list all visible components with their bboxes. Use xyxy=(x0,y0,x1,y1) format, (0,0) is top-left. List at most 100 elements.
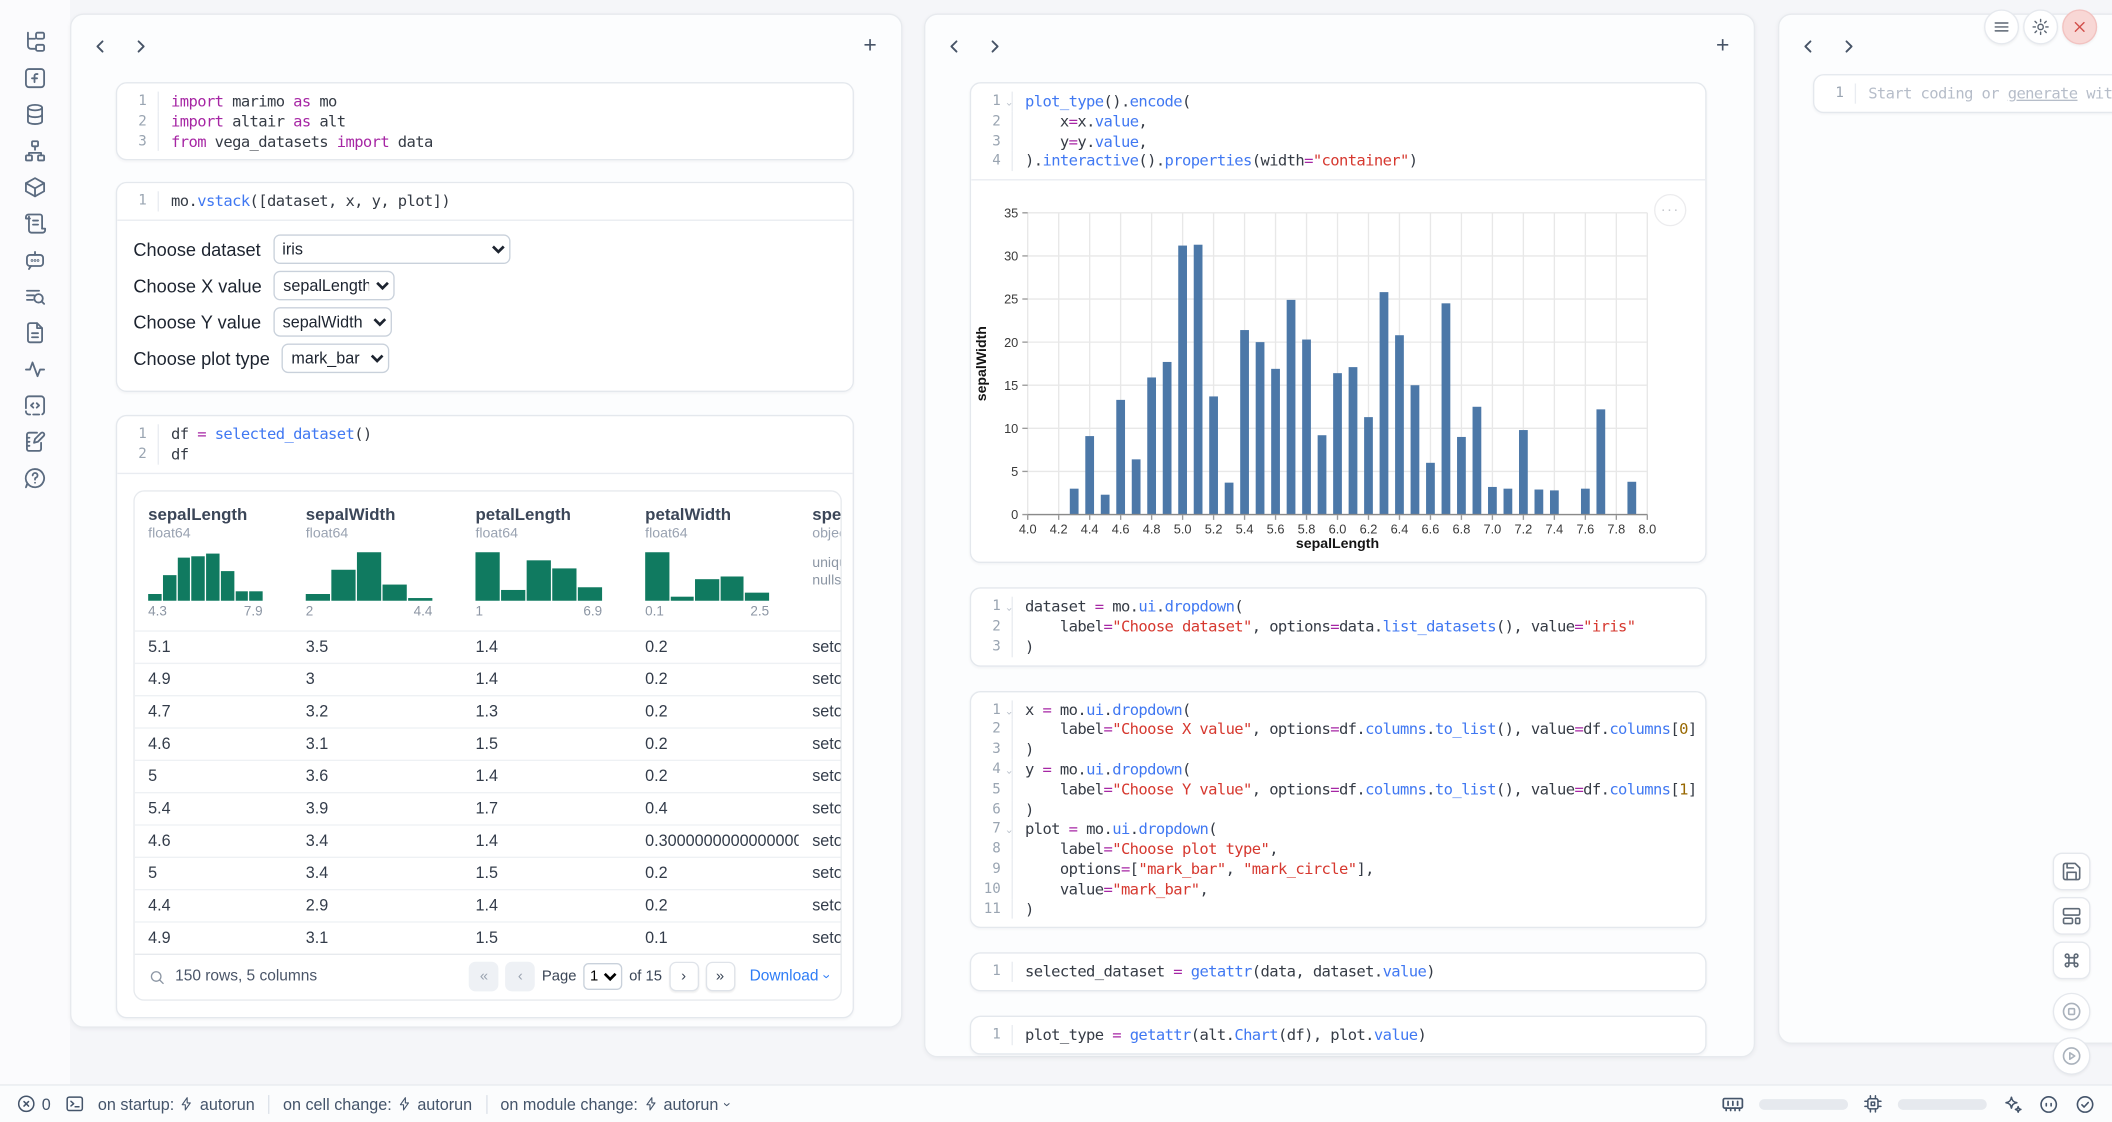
fold-chevron-icon[interactable]: › xyxy=(998,101,1018,108)
sidebar-item-function-square[interactable] xyxy=(23,66,47,90)
chart-menu-button[interactable]: ··· xyxy=(1654,194,1686,226)
command-palette-button[interactable] xyxy=(2053,942,2091,980)
column-prev-button[interactable] xyxy=(85,31,115,61)
save-button[interactable] xyxy=(2053,853,2091,891)
code-editor[interactable]: 1mo.vstack([dataset, x, y, plot]) xyxy=(117,184,852,220)
column-prev-button[interactable] xyxy=(939,31,969,61)
table-cell: 4.9 xyxy=(135,928,293,947)
ai-sparkles-button[interactable] xyxy=(2002,1093,2024,1115)
on-module-change-setting[interactable]: on module change: autorun › xyxy=(500,1094,728,1113)
code-line[interactable]: 1›plot_type().encode( xyxy=(971,92,1694,112)
table-row: 5.43.91.70.4setosa xyxy=(135,792,841,824)
column-header-sepalWidth[interactable]: sepalWidthfloat6424.4 xyxy=(292,505,462,630)
code-line[interactable]: 4›y = mo.ui.dropdown( xyxy=(971,760,1694,780)
control-row: Choose X valuesepalLength xyxy=(133,271,836,301)
fold-chevron-icon[interactable]: › xyxy=(998,829,1018,836)
code-line[interactable]: 3) xyxy=(971,740,1694,760)
on-cell-change-setting[interactable]: on cell change: autorun xyxy=(283,1094,472,1113)
search-icon[interactable] xyxy=(148,968,166,986)
assistant-button[interactable] xyxy=(2038,1093,2060,1115)
code-line[interactable]: 10 value="mark_bar", xyxy=(971,879,1694,899)
settings-button[interactable] xyxy=(2023,9,2058,44)
code-line[interactable]: 11) xyxy=(971,899,1694,919)
column-prev-button[interactable] xyxy=(1793,31,1823,61)
sidebar-item-bot[interactable] xyxy=(23,248,47,272)
sidebar-item-help-circle[interactable] xyxy=(23,466,47,490)
code-line[interactable]: 4).interactive().properties(width="conta… xyxy=(971,151,1694,171)
column-header-petalWidth[interactable]: petalWidthfloat640.12.5 xyxy=(632,505,799,630)
sepal-bar-chart[interactable]: 4.04.24.44.64.85.05.25.45.65.86.06.26.46… xyxy=(971,192,1705,560)
code-line[interactable]: 1selected_dataset = getattr(data, datase… xyxy=(971,962,1694,982)
code-line[interactable]: 3 y=y.value, xyxy=(971,131,1694,151)
last-page-button[interactable]: » xyxy=(705,962,735,992)
code-editor[interactable]: 1›plot_type().encode(2 x=x.value,3 y=y.v… xyxy=(971,84,1705,180)
stop-button[interactable] xyxy=(2053,993,2091,1031)
sidebar-item-network[interactable] xyxy=(23,139,47,163)
sidebar-item-code-square[interactable] xyxy=(23,393,47,417)
sidebar-item-notebook-pen[interactable] xyxy=(23,430,47,454)
code-line[interactable]: 8 label="Choose plot type", xyxy=(971,839,1694,859)
sidebar-item-file-tree[interactable] xyxy=(23,30,47,54)
code-line[interactable]: 3) xyxy=(971,637,1694,657)
prev-page-button[interactable]: ‹ xyxy=(506,962,536,992)
code-line[interactable]: 2import altair as alt xyxy=(117,112,842,132)
code-line[interactable]: 1mo.vstack([dataset, x, y, plot]) xyxy=(117,192,842,212)
code-line[interactable]: 9 options=["mark_bar", "mark_circle"], xyxy=(971,859,1694,879)
page-select[interactable]: 1 xyxy=(583,963,622,990)
code-line[interactable]: 2 label="Choose X value", options=df.col… xyxy=(971,720,1694,740)
choose-dataset-select[interactable]: iris xyxy=(273,235,510,265)
column-next-button[interactable] xyxy=(979,31,1009,61)
code-editor[interactable]: 1import marimo as mo2import altair as al… xyxy=(117,84,852,160)
choose-x-value-select[interactable]: sepalLength xyxy=(274,271,395,301)
sidebar-item-activity[interactable] xyxy=(23,357,47,381)
terminal-button[interactable] xyxy=(64,1094,84,1114)
connection-status-icon[interactable] xyxy=(2074,1093,2096,1115)
notebook-menu-button[interactable] xyxy=(1984,9,2019,44)
column-next-button[interactable] xyxy=(1833,31,1863,61)
layout-button[interactable] xyxy=(2053,897,2091,935)
sidebar-item-scroll-text[interactable] xyxy=(23,211,47,235)
next-page-button[interactable]: › xyxy=(669,962,699,992)
code-line[interactable]: 6) xyxy=(971,799,1694,819)
add-cell-button[interactable]: + xyxy=(855,31,885,61)
code-editor[interactable]: 1›dataset = mo.ui.dropdown(2 label="Choo… xyxy=(971,589,1705,665)
code-line[interactable]: 7›plot = mo.ui.dropdown( xyxy=(971,819,1694,839)
code-line[interactable]: 1plot_type = getattr(alt.Chart(df), plot… xyxy=(971,1025,1694,1045)
column-header-sepalLength[interactable]: sepalLengthfloat644.37.9 xyxy=(135,505,293,630)
code-editor[interactable]: 1selected_dataset = getattr(data, datase… xyxy=(971,954,1705,990)
code-line[interactable]: 2 x=x.value, xyxy=(971,112,1694,132)
run-all-button[interactable] xyxy=(2053,1037,2091,1075)
code-editor[interactable]: 1›x = mo.ui.dropdown(2 label="Choose X v… xyxy=(971,692,1705,927)
fold-chevron-icon[interactable]: › xyxy=(998,769,1018,776)
sidebar-item-database[interactable] xyxy=(23,102,47,126)
sidebar-item-package[interactable] xyxy=(23,175,47,199)
shutdown-button[interactable] xyxy=(2062,9,2097,44)
code-line[interactable]: 5 label="Choose Y value", options=df.col… xyxy=(971,780,1694,800)
download-button[interactable]: Download› xyxy=(750,969,827,985)
code-line[interactable]: 1 Start coding or generate with xyxy=(1814,84,2112,104)
column-next-button[interactable] xyxy=(125,31,155,61)
code-line[interactable]: 2df xyxy=(117,444,842,464)
on-startup-setting[interactable]: on startup: autorun xyxy=(98,1094,255,1113)
choose-plot-type-select[interactable]: mark_bar xyxy=(282,344,390,374)
code-editor[interactable]: 1 Start coding or generate with xyxy=(1814,75,2112,111)
code-line[interactable]: 1›dataset = mo.ui.dropdown( xyxy=(971,597,1694,617)
sidebar-item-text-search[interactable] xyxy=(23,284,47,308)
fold-chevron-icon[interactable]: › xyxy=(998,606,1018,613)
code-editor[interactable]: 1plot_type = getattr(alt.Chart(df), plot… xyxy=(971,1017,1705,1053)
column-header-petalLength[interactable]: petalLengthfloat6416.9 xyxy=(462,505,632,630)
generate-link[interactable]: generate xyxy=(2008,84,2078,103)
first-page-button[interactable]: « xyxy=(469,962,499,992)
column-header-species[interactable]: speciesobjectunique:nulls: xyxy=(799,505,842,630)
add-cell-button[interactable]: + xyxy=(1708,31,1738,61)
code-line[interactable]: 2 label="Choose dataset", options=data.l… xyxy=(971,617,1694,637)
code-line[interactable]: 1›x = mo.ui.dropdown( xyxy=(971,700,1694,720)
code-editor[interactable]: 1df = selected_dataset()2df xyxy=(117,416,852,472)
code-line[interactable]: 3from vega_datasets import data xyxy=(117,131,842,151)
code-line[interactable]: 1import marimo as mo xyxy=(117,92,842,112)
fold-chevron-icon[interactable]: › xyxy=(998,709,1018,716)
errors-indicator[interactable]: 0 xyxy=(16,1094,51,1114)
code-line[interactable]: 1df = selected_dataset() xyxy=(117,425,842,445)
choose-y-value-select[interactable]: sepalWidth xyxy=(273,307,392,337)
sidebar-item-file-text[interactable] xyxy=(23,321,47,345)
